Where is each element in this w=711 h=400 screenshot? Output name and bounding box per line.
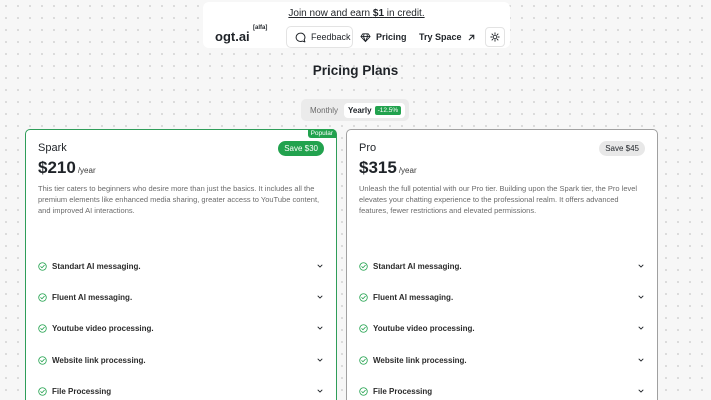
check-circle-icon — [38, 324, 47, 334]
feature-label: Website link processing. — [373, 355, 467, 365]
diamond-icon — [360, 32, 371, 42]
logo[interactable]: ogt.ai — [215, 29, 250, 44]
save-badge: Save $45 — [599, 141, 645, 156]
chevron-down-icon[interactable] — [637, 262, 645, 270]
feature-item[interactable]: Youtube video processing. — [359, 313, 645, 344]
feature-list: Standart AI messaging. Fluent AI messagin… — [359, 251, 645, 400]
feature-label: Youtube video processing. — [373, 324, 475, 334]
plan-price: $315 /year — [359, 158, 417, 178]
chevron-down-icon[interactable] — [316, 324, 324, 332]
plan-card-spark: Popular Spark Save $30 $210 /year This t… — [25, 129, 337, 400]
feature-label: Fluent AI messaging. — [373, 293, 454, 303]
feature-label: Website link processing. — [52, 355, 146, 365]
feature-item[interactable]: Standart AI messaging. — [359, 251, 645, 282]
plan-description: This tier caters to beginners who desire… — [38, 184, 320, 215]
check-circle-icon — [359, 324, 368, 334]
price-period: /year — [398, 166, 417, 175]
feature-label: Standart AI messaging. — [373, 262, 462, 272]
feature-list: Standart AI messaging. Fluent AI messagin… — [38, 251, 324, 400]
popular-badge: Popular — [307, 129, 336, 138]
pricing-link[interactable]: Pricing — [360, 26, 407, 48]
alfa-badge: [alfa] — [253, 25, 268, 31]
feature-item[interactable]: File Processing — [38, 376, 324, 400]
chevron-down-icon[interactable] — [637, 356, 645, 364]
yearly-label: Yearly — [348, 105, 372, 115]
theme-toggle-button[interactable] — [485, 27, 505, 47]
check-circle-icon — [38, 293, 47, 302]
feature-item[interactable]: File Processing — [359, 376, 645, 400]
top-bar: Join now and earn $1 in credit. ogt.ai [… — [203, 2, 510, 48]
feature-item[interactable]: Standart AI messaging. — [38, 251, 324, 282]
price-amount: $315 — [359, 158, 397, 177]
feature-item[interactable]: Fluent AI messaging. — [38, 282, 324, 313]
price-amount: $210 — [38, 158, 76, 177]
feature-label: Youtube video processing. — [52, 324, 154, 334]
pricing-label: Pricing — [376, 32, 407, 42]
feature-label: File Processing — [373, 386, 433, 396]
plan-name: Pro — [359, 142, 377, 154]
chevron-down-icon[interactable] — [316, 262, 324, 270]
promo-link[interactable]: Join now and earn $1 in credit. — [203, 8, 510, 19]
navbar: ogt.ai [alfa] Feedback Pricing Try Space — [203, 25, 510, 48]
feature-item[interactable]: Website link processing. — [359, 345, 645, 376]
chevron-down-icon[interactable] — [637, 324, 645, 332]
check-circle-icon — [359, 262, 368, 271]
feature-item[interactable]: Youtube video processing. — [38, 313, 324, 344]
chevron-down-icon[interactable] — [316, 293, 324, 301]
monthly-option[interactable]: Monthly — [304, 103, 344, 118]
feature-item[interactable]: Website link processing. — [38, 345, 324, 376]
chevron-down-icon[interactable] — [637, 387, 645, 395]
chat-bubble-icon — [295, 32, 306, 42]
check-circle-icon — [359, 387, 368, 396]
price-period: /year — [77, 166, 96, 175]
check-circle-icon — [38, 355, 47, 365]
yearly-discount-badge: -12.5% — [374, 105, 402, 115]
chevron-down-icon[interactable] — [316, 387, 324, 395]
arrow-up-right-icon — [468, 34, 474, 40]
check-circle-icon — [359, 293, 368, 302]
feature-label: File Processing — [52, 386, 112, 396]
chevron-down-icon[interactable] — [316, 356, 324, 364]
try-space-label: Try Space — [419, 32, 462, 42]
feature-item[interactable]: Fluent AI messaging. — [359, 282, 645, 313]
plan-price: $210 /year — [38, 158, 96, 178]
billing-toggle: Monthly Yearly -12.5% — [301, 99, 409, 121]
yearly-option[interactable]: Yearly -12.5% — [344, 102, 406, 118]
feedback-label: Feedback — [311, 32, 351, 42]
chevron-down-icon[interactable] — [637, 293, 645, 301]
sun-icon — [490, 32, 500, 42]
check-circle-icon — [38, 262, 47, 271]
feature-label: Fluent AI messaging. — [52, 293, 133, 303]
plan-description: Unleash the full potential with our Pro … — [359, 184, 638, 215]
check-circle-icon — [38, 387, 47, 396]
page-title: Pricing Plans — [312, 63, 399, 78]
check-circle-icon — [359, 355, 368, 365]
feature-label: Standart AI messaging. — [52, 262, 141, 272]
plan-name: Spark — [38, 142, 67, 154]
try-space-link[interactable]: Try Space — [419, 26, 476, 48]
save-badge: Save $30 — [278, 141, 324, 156]
plan-card-pro: Pro Save $45 $315 /year Unleash the full… — [346, 129, 658, 400]
feedback-button[interactable]: Feedback — [286, 26, 353, 48]
